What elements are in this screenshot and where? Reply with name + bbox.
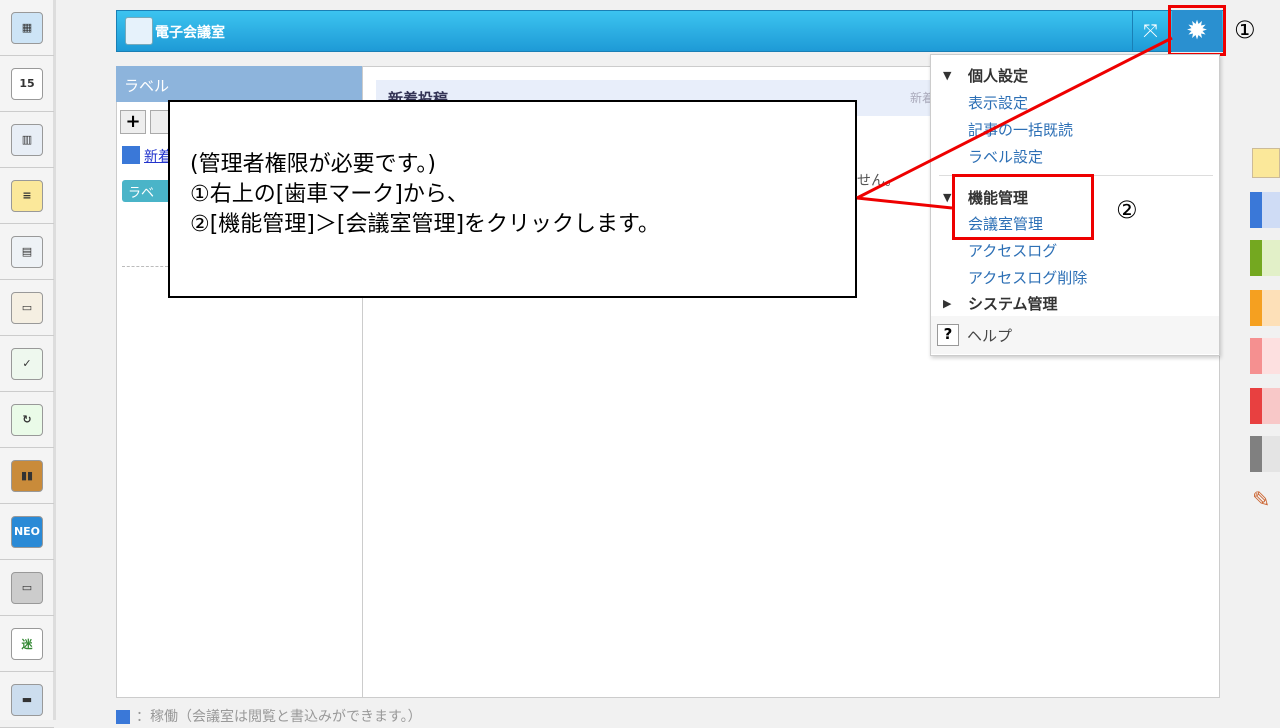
pointer-lines	[856, 36, 1173, 210]
color-swatch-gray[interactable]	[1250, 436, 1280, 472]
pointer-line-2	[856, 196, 953, 210]
color-swatch-green[interactable]	[1250, 240, 1280, 276]
color-swatch-orange[interactable]	[1250, 290, 1280, 326]
pencil-icon[interactable]: ✎	[1252, 488, 1270, 513]
legend-text: ：稼働（会議室は閲覧と書込みができます。）	[136, 709, 422, 725]
memo-icon[interactable]	[1252, 148, 1280, 178]
color-swatch-blue[interactable]	[1250, 192, 1280, 228]
color-swatch-pink[interactable]	[1250, 338, 1280, 374]
pointer-line-1	[856, 36, 1173, 200]
active-room-icon	[116, 710, 130, 724]
status-legend: ：稼働（会議室は閲覧と書込みができます。）	[116, 706, 422, 726]
color-swatch-red[interactable]	[1250, 388, 1280, 424]
